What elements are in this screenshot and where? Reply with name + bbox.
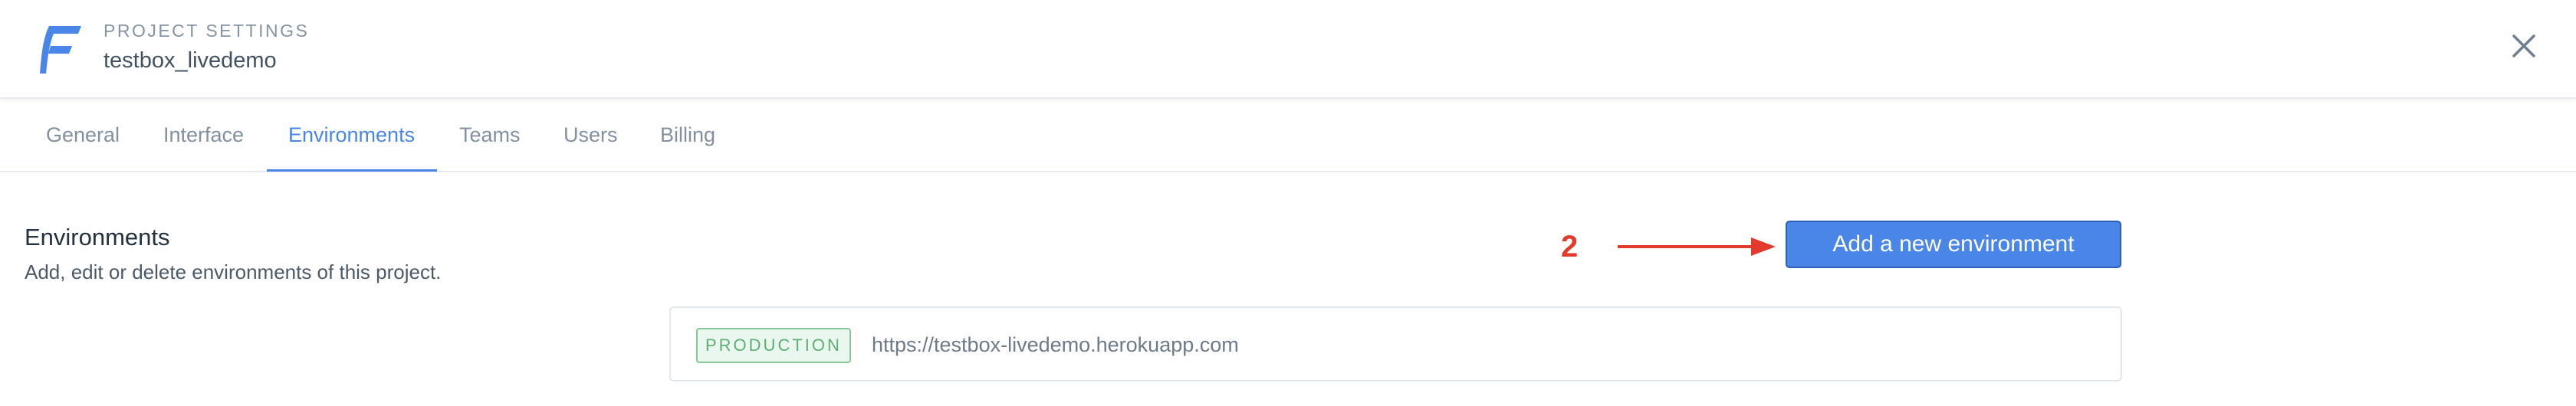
tab-interface[interactable]: Interface <box>163 99 244 171</box>
add-environment-button[interactable]: Add a new environment <box>1786 221 2121 268</box>
tab-general[interactable]: General <box>46 99 120 171</box>
settings-tabs: General Interface Environments Teams Use… <box>0 99 2576 172</box>
tab-teams[interactable]: Teams <box>459 99 521 171</box>
header-kicker: PROJECT SETTINGS <box>104 21 310 41</box>
header-text: PROJECT SETTINGS testbox_livedemo <box>104 20 309 74</box>
project-name: testbox_livedemo <box>104 48 277 73</box>
tab-billing[interactable]: Billing <box>660 99 715 171</box>
tab-environments[interactable]: Environments <box>288 99 415 171</box>
section-description: Add, edit or delete environments of this… <box>25 260 442 283</box>
environment-type-badge: PRODUCTION <box>696 328 851 363</box>
environment-url: https://testbox-livedemo.herokuapp.com <box>872 333 1239 356</box>
environment-row[interactable]: PRODUCTION https://testbox-livedemo.hero… <box>669 306 2122 381</box>
active-tab-indicator <box>267 169 437 172</box>
annotation-step-number: 2 <box>1561 230 1579 264</box>
section-title: Environments <box>25 224 170 250</box>
annotation-arrow-icon <box>1618 237 1776 256</box>
settings-header: PROJECT SETTINGS testbox_livedemo <box>0 0 2576 99</box>
forest-admin-logo-icon <box>40 26 81 74</box>
close-icon[interactable] <box>2510 32 2538 60</box>
tab-users[interactable]: Users <box>564 99 618 171</box>
